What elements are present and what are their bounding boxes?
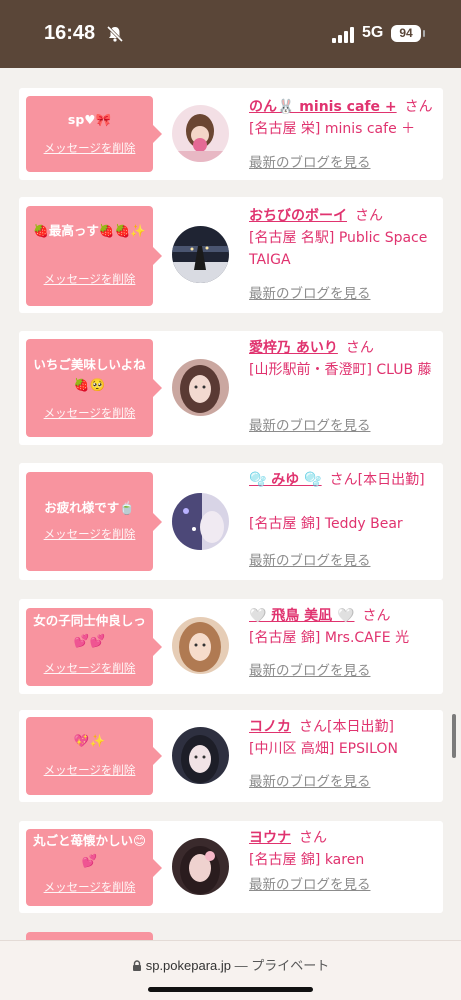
list-item: いちご美味しいよね🍓🥺 メッセージを削除 愛梓乃 あいり さん [山形駅前・香澄町… (19, 331, 443, 445)
honorific: さん[本日出勤] (299, 719, 394, 735)
delete-message-link[interactable]: メッセージを削除 (26, 879, 153, 895)
status-bar: 16:48 5G 94 (0, 0, 461, 68)
scrollbar[interactable] (452, 714, 456, 758)
avatar[interactable] (172, 105, 229, 162)
avatar[interactable] (172, 226, 229, 283)
url-domain: sp.pokepara.jp (145, 958, 231, 973)
home-indicator[interactable] (148, 987, 313, 992)
list-item: 💖✨ メッセージを削除 コノカ さん[本日出勤] [中川区 高畑] EPSILON… (19, 710, 443, 802)
message-text: 🍓最高っす🍓🍓✨ (33, 223, 146, 238)
cast-info: おちびのボーイ さん [名古屋 名駅] Public Space TAIGA 最新… (249, 205, 437, 302)
honorific: さん[本日出勤] (329, 472, 425, 488)
message-bubble: お疲れ様です🍵 メッセージを削除 (26, 472, 162, 571)
cast-name-link[interactable]: コノカ (249, 719, 291, 735)
list-item: 🍓最高っす🍓🍓✨ メッセージを削除 おちびのボーイ さん [名古屋 名駅] Pub… (19, 197, 443, 313)
private-mode-label: プライベート (251, 958, 330, 973)
shop-name: [中川区 高畑] EPSILON (249, 741, 398, 757)
honorific: さん (345, 340, 374, 356)
message-bubble: いちご美味しいよね🍓🥺 メッセージを削除 (26, 339, 162, 437)
latest-blog-link[interactable]: 最新のブログを見る (249, 660, 371, 682)
cast-info: 愛梓乃 あいり さん [山形駅前・香澄町] CLUB 藤 最新のブログを見る (249, 337, 437, 434)
delete-message-link[interactable]: メッセージを削除 (26, 140, 153, 156)
message-bubble: 💖✨ メッセージを削除 (26, 717, 162, 795)
delete-message-link[interactable]: メッセージを削除 (26, 405, 153, 421)
delete-message-link[interactable]: メッセージを削除 (26, 762, 153, 778)
cast-info: ヨウナ さん [名古屋 錦] karen 最新のブログを見る (249, 827, 437, 893)
cast-name-link[interactable]: 🤍 飛鳥 美凪 🤍 (249, 608, 355, 624)
list-item: お疲れ様です🍵 メッセージを削除 🫧 みゆ 🫧 さん[本日出勤] [名古屋 錦] … (19, 463, 443, 580)
cast-name-link[interactable]: おちびのボーイ (249, 208, 347, 224)
message-bubble: 丸ごと苺懐かしい😊💕 メッセージを削除 (26, 829, 162, 906)
shop-name: [山形駅前・香澄町] CLUB 藤 (249, 362, 432, 378)
browser-address-bar[interactable]: sp.pokepara.jp — プライベート (0, 940, 461, 1000)
avatar[interactable] (172, 493, 229, 550)
honorific: さん (362, 608, 391, 624)
delete-message-link[interactable]: メッセージを削除 (26, 660, 153, 676)
avatar[interactable] (172, 727, 229, 784)
message-text: 💖✨ (73, 733, 106, 748)
delete-message-link[interactable]: メッセージを削除 (26, 526, 153, 542)
latest-blog-link[interactable]: 最新のブログを見る (249, 771, 371, 793)
avatar[interactable] (172, 359, 229, 416)
list-item: 丸ごと苺懐かしい😊💕 メッセージを削除 ヨウナ さん [名古屋 錦] karen … (19, 821, 443, 913)
lock-icon (132, 960, 141, 971)
message-text: いちご美味しいよね🍓🥺 (33, 357, 146, 392)
battery-tip (423, 30, 425, 37)
latest-blog-link[interactable]: 最新のブログを見る (249, 874, 371, 896)
message-bubble: 女の子同士仲良しっ💕💕 メッセージを削除 (26, 608, 162, 686)
message-text: お疲れ様です🍵 (44, 500, 135, 515)
honorific: さん (404, 99, 433, 115)
shop-name: [名古屋 錦] Teddy Bear (249, 516, 403, 532)
url-separator: — (234, 958, 248, 973)
shop-name: [名古屋 名駅] Public Space TAIGA (249, 230, 428, 268)
message-text: 丸ごと苺懐かしい😊💕 (32, 833, 147, 868)
cast-name-link[interactable]: 愛梓乃 あいり (249, 340, 338, 356)
cast-info: 🫧 みゆ 🫧 さん[本日出勤] [名古屋 錦] Teddy Bear 最新のブログ… (249, 469, 437, 569)
avatar[interactable] (172, 838, 229, 895)
message-bubble: 🍓最高っす🍓🍓✨ メッセージを削除 (26, 206, 162, 306)
message-text: 女の子同士仲良しっ💕💕 (33, 613, 146, 648)
delete-message-link[interactable]: メッセージを削除 (26, 271, 153, 287)
latest-blog-link[interactable]: 最新のブログを見る (249, 415, 371, 437)
latest-blog-link[interactable]: 最新のブログを見る (249, 152, 371, 174)
honorific: さん (299, 830, 327, 846)
battery-icon: 94 (391, 25, 421, 42)
cast-info: 🤍 飛鳥 美凪 🤍 さん [名古屋 錦] Mrs.CAFE 光 最新のブログを見る (249, 605, 437, 679)
latest-blog-link[interactable]: 最新のブログを見る (249, 283, 371, 305)
next-message-bubble (26, 932, 153, 940)
cellular-signal-icon (332, 27, 354, 43)
shop-name: [名古屋 錦] Mrs.CAFE 光 (249, 630, 410, 646)
shop-name: [名古屋 錦] karen (249, 852, 365, 868)
list-item: 女の子同士仲良しっ💕💕 メッセージを削除 🤍 飛鳥 美凪 🤍 さん [名古屋 錦]… (19, 599, 443, 694)
cast-name-link[interactable]: ヨウナ (249, 830, 291, 846)
network-type: 5G (362, 24, 384, 41)
url-row[interactable]: sp.pokepara.jp — プライベート (0, 955, 461, 974)
cast-info: のん🐰 minis cafe + さん [名古屋 栄] minis cafe ＋ … (249, 96, 437, 171)
shop-name: [名古屋 栄] minis cafe ＋ (249, 121, 416, 137)
avatar[interactable] (172, 617, 229, 674)
message-bubble: sp♥🎀 メッセージを削除 (26, 96, 162, 172)
bell-slash-icon (106, 25, 124, 43)
honorific: さん (355, 208, 383, 224)
message-text: sp♥🎀 (67, 112, 112, 127)
list-item: sp♥🎀 メッセージを削除 のん🐰 minis cafe + さん [名古屋 栄]… (19, 88, 443, 180)
status-time: 16:48 (44, 22, 96, 44)
cast-info: コノカ さん[本日出勤] [中川区 高畑] EPSILON 最新のブログを見る (249, 716, 437, 790)
cast-name-link[interactable]: のん🐰 minis cafe + (249, 99, 397, 115)
cast-name-link[interactable]: 🫧 みゆ 🫧 (249, 472, 322, 488)
latest-blog-link[interactable]: 最新のブログを見る (249, 550, 371, 572)
